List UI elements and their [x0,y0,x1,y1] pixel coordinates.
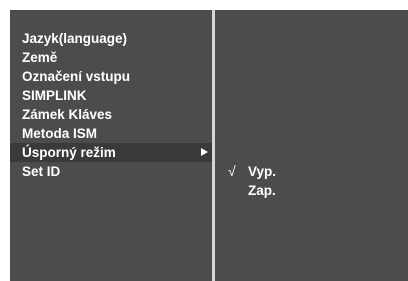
menu-item-power-saving[interactable]: Úsporný režim [10,143,212,162]
menu-item-label: Úsporný režim [22,145,116,160]
option-off[interactable]: √ Vyp. [215,162,408,181]
menu-item-label: Zámek Kláves [22,107,113,122]
right-triangle-icon [201,148,208,156]
submenu-panel: √ Vyp. Zap. [215,10,408,281]
menu-item-label: Metoda ISM [22,126,98,141]
menu-item-simplink[interactable]: SIMPLINK [10,86,212,105]
option-on[interactable]: Zap. [215,181,408,200]
tv-osd-menu: Jazyk(language) Země Označení vstupu SIM… [10,10,408,281]
menu-item-set-id[interactable]: Set ID [10,162,212,181]
main-menu-panel: Jazyk(language) Země Označení vstupu SIM… [10,10,212,281]
menu-item-label: Set ID [22,164,61,179]
menu-item-input-label[interactable]: Označení vstupu [10,67,212,86]
menu-item-country[interactable]: Země [10,48,212,67]
main-menu-list: Jazyk(language) Země Označení vstupu SIM… [10,29,212,181]
submenu-option-list: √ Vyp. Zap. [215,162,408,200]
menu-item-key-lock[interactable]: Zámek Kláves [10,105,212,124]
menu-item-label: Země [22,50,58,65]
menu-item-label: SIMPLINK [22,88,87,103]
option-label: Zap. [248,183,276,198]
menu-item-label: Jazyk(language) [22,31,128,46]
menu-item-ism-method[interactable]: Metoda ISM [10,124,212,143]
menu-item-label: Označení vstupu [22,69,131,84]
menu-item-language[interactable]: Jazyk(language) [10,29,212,48]
option-label: Vyp. [248,164,277,179]
checkmark-icon: √ [228,163,236,179]
